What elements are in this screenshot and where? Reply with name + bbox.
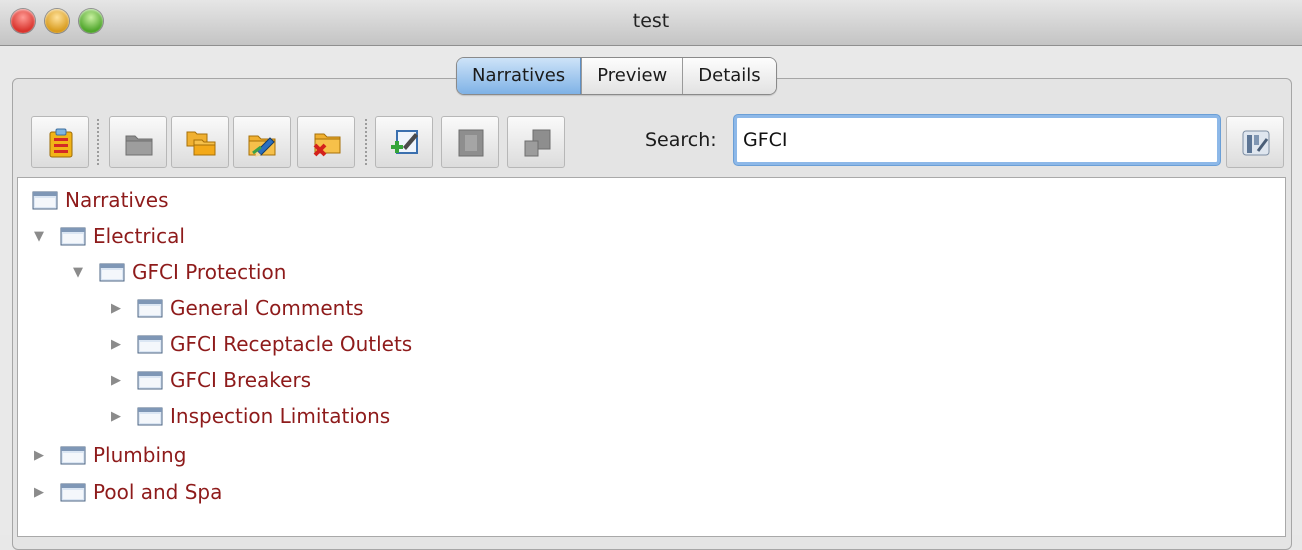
- clipboard-list-icon: [49, 128, 73, 158]
- collapsed-triangle-icon[interactable]: ▶: [32, 448, 46, 463]
- window-title: test: [632, 10, 670, 32]
- search-filter-button[interactable]: [1226, 116, 1284, 168]
- tree-node-label: Inspection Limitations: [170, 404, 391, 428]
- add-item-icon: [391, 130, 418, 154]
- open-narrative-button[interactable]: [31, 116, 89, 168]
- toolbar-separator: [97, 119, 99, 165]
- title-bar: test: [0, 0, 1302, 46]
- tree-root[interactable]: Narratives: [32, 183, 169, 217]
- tree-node-gfci-breakers[interactable]: ▶ GFCI Breakers: [109, 363, 311, 397]
- tree-node-label: Electrical: [93, 224, 185, 248]
- add-narrative-button[interactable]: [375, 116, 433, 168]
- folder-icon: [60, 227, 86, 246]
- folder-icon: [137, 299, 163, 318]
- tree-node-inspection-limitations[interactable]: ▶ Inspection Limitations: [109, 399, 390, 433]
- collapsed-triangle-icon[interactable]: ▶: [32, 485, 46, 500]
- narratives-tree: Narratives ▼ Electrical ▼ GFCI Protectio…: [17, 177, 1286, 537]
- new-folder-button[interactable]: [109, 116, 167, 168]
- tree-node-label: Pool and Spa: [93, 480, 223, 504]
- edit-narrative-button[interactable]: [441, 116, 499, 168]
- window-content: Narratives Preview Details Search: GFCI …: [0, 46, 1302, 550]
- expanded-triangle-icon[interactable]: ▼: [32, 229, 46, 244]
- tab-preview[interactable]: Preview: [581, 58, 683, 94]
- tree-node-pool-and-spa[interactable]: ▶ Pool and Spa: [32, 475, 222, 509]
- collapsed-triangle-icon[interactable]: ▶: [109, 337, 123, 352]
- folder-icon: [60, 446, 86, 465]
- app-window: test Narratives Preview Details Search: …: [0, 0, 1302, 550]
- copy-folder-button[interactable]: [171, 116, 229, 168]
- folders-icon: [186, 131, 216, 156]
- toolbar-separator: [365, 119, 367, 165]
- collapsed-triangle-icon[interactable]: ▶: [109, 409, 123, 424]
- collapsed-triangle-icon[interactable]: ▶: [109, 373, 123, 388]
- edit-folder-button[interactable]: [233, 116, 291, 168]
- folder-icon: [125, 135, 153, 156]
- tree-node-label: GFCI Breakers: [170, 368, 312, 392]
- expanded-triangle-icon[interactable]: ▼: [71, 265, 85, 280]
- move-narrative-button[interactable]: [507, 116, 565, 168]
- tab-narratives[interactable]: Narratives: [457, 58, 582, 94]
- tree-node-gfci-protection[interactable]: ▼ GFCI Protection: [71, 255, 286, 289]
- folder-icon: [137, 407, 163, 426]
- toolbar: Search:: [31, 113, 1287, 173]
- collapsed-triangle-icon[interactable]: ▶: [109, 301, 123, 316]
- tree-node-label: Narratives: [65, 188, 169, 212]
- item-move-icon: [524, 129, 551, 157]
- folder-icon: [32, 191, 58, 210]
- tree-node-plumbing[interactable]: ▶ Plumbing: [32, 438, 186, 472]
- search-filter-icon: [1242, 130, 1270, 156]
- folder-icon: [137, 371, 163, 390]
- folder-icon: [99, 263, 125, 282]
- search-input[interactable]: [734, 115, 1220, 165]
- tab-bar: Narratives Preview Details: [456, 57, 777, 95]
- tab-details[interactable]: Details: [682, 58, 776, 94]
- tree-node-label: Plumbing: [93, 443, 187, 467]
- tree-node-electrical[interactable]: ▼ Electrical: [32, 219, 185, 253]
- folder-delete-icon: [313, 133, 341, 157]
- search-label: Search:: [645, 129, 717, 151]
- tree-node-label: GFCI Receptacle Outlets: [170, 332, 413, 356]
- tree-node-label: General Comments: [170, 296, 364, 320]
- tree-node-general-comments[interactable]: ▶ General Comments: [109, 291, 364, 325]
- item-icon: [458, 129, 484, 157]
- tree-node-label: GFCI Protection: [132, 260, 287, 284]
- delete-folder-button[interactable]: [297, 116, 355, 168]
- folder-icon: [137, 335, 163, 354]
- tree-node-gfci-receptacle-outlets[interactable]: ▶ GFCI Receptacle Outlets: [109, 327, 412, 361]
- folder-icon: [60, 483, 86, 502]
- folder-edit-icon: [248, 135, 276, 157]
